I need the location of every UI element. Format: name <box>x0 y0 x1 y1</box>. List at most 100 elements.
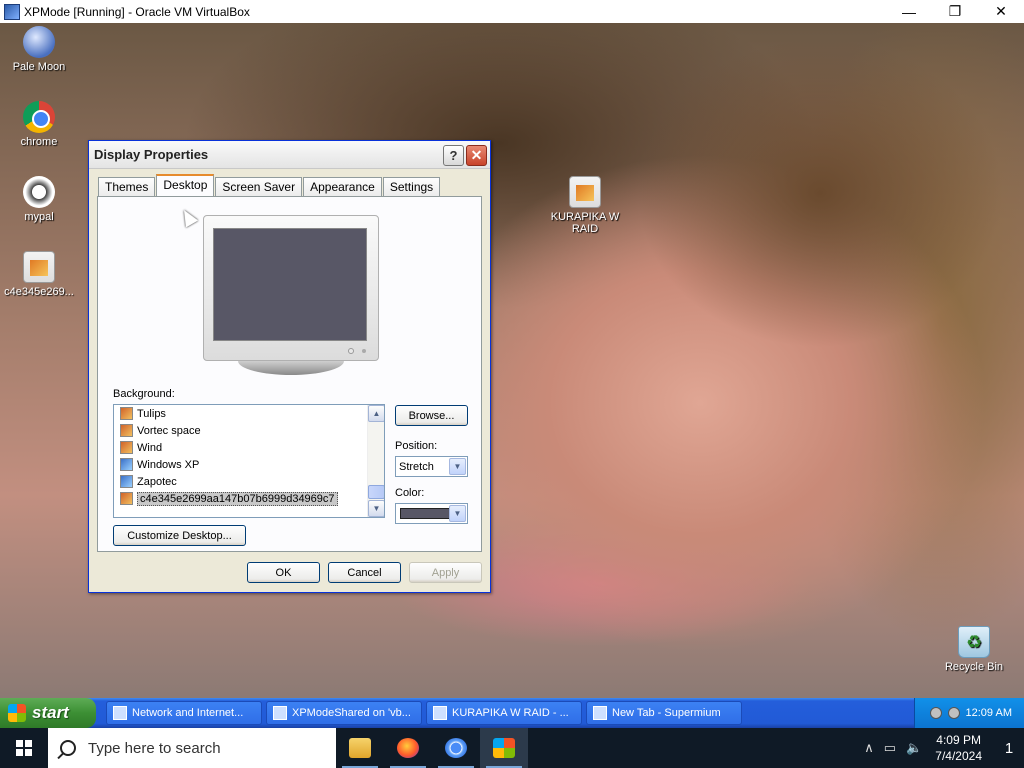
xp-clock[interactable]: 12:09 AM <box>966 707 1012 719</box>
chevron-down-icon: ▼ <box>449 505 466 522</box>
host-clock[interactable]: 4:09 PM 7/4/2024 <box>935 732 982 764</box>
chromium-icon <box>445 738 467 758</box>
network-drive-icon <box>273 706 287 720</box>
task-label: New Tab - Supermium <box>612 707 721 719</box>
tab-desktop[interactable]: Desktop <box>156 174 215 196</box>
monitor-preview <box>203 215 379 361</box>
xp-mode-icon <box>493 738 515 758</box>
clock-time: 4:09 PM <box>936 733 981 747</box>
chevron-up-icon[interactable]: ∧ <box>864 740 874 756</box>
image-viewer-icon <box>433 706 447 720</box>
tab-bar: Themes Desktop Screen Saver Appearance S… <box>98 174 441 196</box>
taskbar-app-firefox[interactable] <box>384 728 432 768</box>
color-swatch <box>400 508 453 519</box>
pale-moon-icon <box>23 26 55 58</box>
taskbar-button-kurapika[interactable]: KURAPIKA W RAID - ... <box>426 701 582 725</box>
xp-taskbar: start Network and Internet... XPModeShar… <box>0 698 1024 728</box>
notification-count: 1 <box>1004 739 1014 757</box>
desktop-icon-image-file[interactable]: c4e345e269... <box>1 251 77 298</box>
cancel-button[interactable]: Cancel <box>328 562 401 583</box>
host-titlebar: XPMode [Running] - Oracle VM VirtualBox … <box>0 0 1024 23</box>
tab-themes[interactable]: Themes <box>98 177 156 196</box>
image-file-icon <box>120 407 133 420</box>
taskbar-button-supermium[interactable]: New Tab - Supermium <box>586 701 742 725</box>
preview-screen <box>213 228 367 341</box>
taskbar-button-xpmodeshared[interactable]: XPModeShared on 'vb... <box>266 701 422 725</box>
help-button[interactable]: ? <box>443 145 464 166</box>
bitmap-file-icon <box>120 458 133 471</box>
desktop-icon-label: KURAPIKA W RAID <box>550 211 620 235</box>
tab-screen-saver[interactable]: Screen Saver <box>215 177 303 196</box>
network-icon <box>113 706 127 720</box>
desktop-icon-recycle-bin[interactable]: Recycle Bin <box>936 626 1012 673</box>
xp-desktop[interactable]: Pale Moon chrome mypal c4e345e269... KUR… <box>0 23 1024 698</box>
background-label: Background: <box>113 388 175 400</box>
search-icon <box>60 740 76 756</box>
list-item-selected[interactable]: c4e345e2699aa147b07b6999d34969c7 <box>114 490 384 507</box>
list-item[interactable]: Tulips <box>114 405 384 422</box>
desktop-icon-label: Pale Moon <box>12 61 66 73</box>
start-button[interactable]: start <box>0 698 96 728</box>
apply-button[interactable]: Apply <box>409 562 482 583</box>
windows-start-button[interactable] <box>0 728 48 768</box>
list-scrollbar[interactable]: ▲ ▼ <box>367 405 384 517</box>
list-item[interactable]: Zapotec <box>114 473 384 490</box>
mypal-icon <box>23 176 55 208</box>
volume-muted-icon[interactable]: 🔈 <box>906 740 922 756</box>
firefox-icon <box>397 738 419 758</box>
host-window-title: XPMode [Running] - Oracle VM VirtualBox <box>24 4 250 19</box>
search-box[interactable]: Type here to search <box>48 728 336 768</box>
maximize-button[interactable]: ❐ <box>932 0 978 23</box>
monitor-stand <box>238 361 344 375</box>
taskbar-app-xp-mode[interactable] <box>480 728 528 768</box>
host-taskbar: Type here to search ∧ ▭ 🔈 4:09 PM 7/4/20… <box>0 728 1024 768</box>
dialog-titlebar[interactable]: Display Properties <box>89 141 490 169</box>
image-file-icon <box>569 176 601 208</box>
recycle-bin-icon <box>958 626 990 658</box>
close-button[interactable]: ✕ <box>978 0 1024 23</box>
file-explorer-icon <box>349 738 371 758</box>
chevron-down-icon: ▼ <box>449 458 466 475</box>
scroll-thumb[interactable] <box>368 485 384 499</box>
scroll-down-icon[interactable]: ▼ <box>368 500 384 517</box>
desktop-icon-chrome[interactable]: chrome <box>1 101 77 148</box>
windows-logo-icon <box>16 740 32 756</box>
network-tray-icon[interactable] <box>947 707 960 719</box>
image-file-icon <box>120 492 133 505</box>
scroll-up-icon[interactable]: ▲ <box>368 405 384 422</box>
ok-button[interactable]: OK <box>247 562 320 583</box>
background-list[interactable]: Tulips Vortec space Wind Windows XP Zapo… <box>113 404 385 518</box>
image-file-icon <box>23 251 55 283</box>
minimize-button[interactable]: — <box>886 0 932 23</box>
taskbar-button-network[interactable]: Network and Internet... <box>106 701 262 725</box>
host-window-controls: — ❐ ✕ <box>886 0 1024 23</box>
desktop-icon-mypal[interactable]: mypal <box>1 176 77 223</box>
position-select[interactable]: Stretch ▼ <box>395 456 468 477</box>
list-item[interactable]: Vortec space <box>114 422 384 439</box>
taskbar-app-chromium[interactable] <box>432 728 480 768</box>
color-picker[interactable]: ▼ <box>395 503 468 524</box>
taskbar-app-file-explorer[interactable] <box>336 728 384 768</box>
notification-center-button[interactable]: 1 <box>994 728 1024 768</box>
list-item[interactable]: Wind <box>114 439 384 456</box>
virtualbox-icon <box>4 3 20 20</box>
tab-appearance[interactable]: Appearance <box>303 177 382 196</box>
list-item[interactable]: Windows XP <box>114 456 384 473</box>
desktop-icon-kurapika[interactable]: KURAPIKA W RAID <box>547 176 623 235</box>
browse-button[interactable]: Browse... <box>395 405 468 426</box>
tab-settings[interactable]: Settings <box>382 177 441 196</box>
color-label: Color: <box>395 487 425 499</box>
task-label: Network and Internet... <box>132 707 244 719</box>
network-icon[interactable]: ▭ <box>884 740 896 756</box>
supermium-icon <box>593 706 607 720</box>
desktop-icon-pale-moon[interactable]: Pale Moon <box>1 26 77 73</box>
desktop-icon-label: c4e345e269... <box>4 286 74 298</box>
security-shield-icon[interactable] <box>929 707 942 719</box>
monitor-power-button <box>348 348 354 354</box>
position-label: Position: <box>395 440 438 452</box>
search-placeholder: Type here to search <box>88 739 221 757</box>
image-file-icon <box>120 424 133 437</box>
dialog-close-button[interactable]: ✕ <box>466 145 487 166</box>
task-label: KURAPIKA W RAID - ... <box>452 707 569 719</box>
customize-desktop-button[interactable]: Customize Desktop... <box>113 525 246 546</box>
